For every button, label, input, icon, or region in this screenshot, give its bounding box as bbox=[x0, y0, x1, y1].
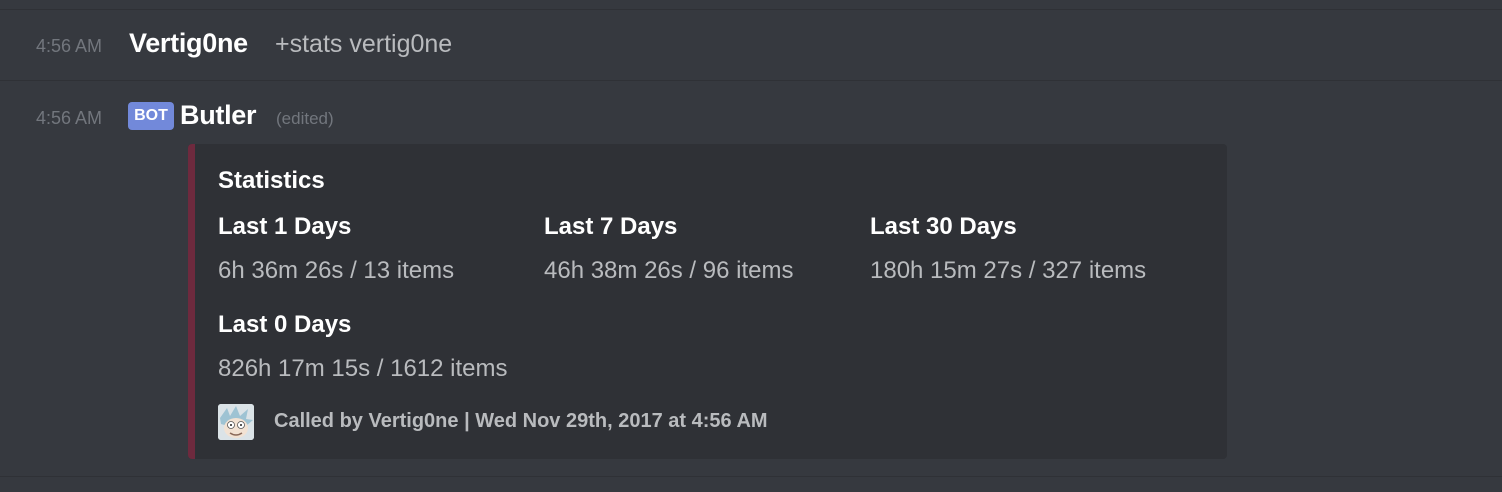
field-name: Last 0 Days bbox=[218, 311, 352, 338]
field-name: Last 1 Days bbox=[218, 213, 352, 240]
message-timestamp[interactable]: 4:56 AM bbox=[36, 108, 102, 129]
field-name: Last 7 Days bbox=[544, 213, 678, 240]
field-value: 826h 17m 15s / 1612 items bbox=[218, 355, 508, 382]
bot-badge: BOT bbox=[128, 102, 174, 130]
embed-title: Statistics bbox=[218, 167, 325, 194]
embed-field: Last 7 Days 46h 38m 26s / 96 items bbox=[544, 210, 793, 288]
footer-avatar-icon bbox=[218, 404, 254, 440]
message-divider bbox=[0, 476, 1502, 477]
field-value: 6h 36m 26s / 13 items bbox=[218, 257, 455, 284]
field-value: 180h 15m 27s / 327 items bbox=[870, 257, 1147, 284]
embed-field: Last 30 Days 180h 15m 27s / 327 items bbox=[870, 210, 1146, 288]
edited-label: (edited) bbox=[276, 109, 334, 128]
embed-accent-bar bbox=[188, 144, 195, 459]
field-value: 46h 38m 26s / 96 items bbox=[544, 257, 794, 284]
embed-footer-text: Called by Vertig0ne | Wed Nov 29th, 2017… bbox=[274, 410, 768, 432]
message-author[interactable]: Butler bbox=[180, 100, 257, 131]
stats-embed: Statistics Last 1 Days 6h 36m 26s / 13 i… bbox=[188, 144, 1227, 459]
chat-messages: 4:56 AM Vertig0ne +stats vertig0ne 4:56 … bbox=[0, 0, 1502, 492]
embed-field: Last 0 Days 826h 17m 15s / 1612 items bbox=[218, 308, 508, 386]
field-name: Last 30 Days bbox=[870, 213, 1017, 240]
message-bot: 4:56 AM BOT Butler (edited) Statistics L… bbox=[0, 0, 1502, 476]
embed-field: Last 1 Days 6h 36m 26s / 13 items bbox=[218, 210, 454, 288]
